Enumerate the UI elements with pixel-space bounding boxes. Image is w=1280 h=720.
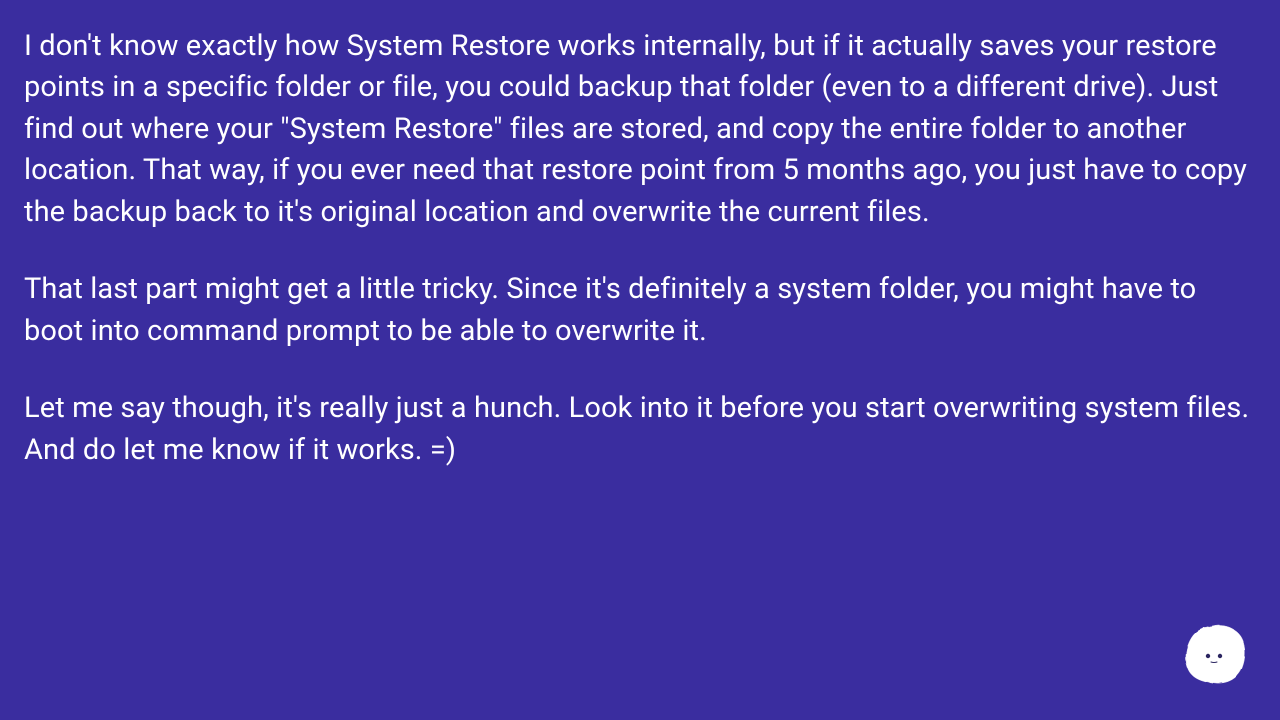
paragraph-3: Let me say though, it's really just a hu… [24,388,1256,471]
paragraph-1: I don't know exactly how System Restore … [24,26,1256,233]
paragraph-2: That last part might get a little tricky… [24,269,1256,352]
avatar-blob-icon [1182,622,1248,686]
post-body: I don't know exactly how System Restore … [24,26,1256,471]
